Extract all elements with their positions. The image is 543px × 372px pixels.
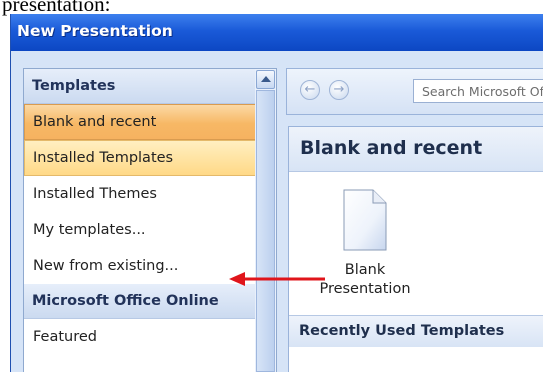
template-nav-pane: Templates Blank and recent Installed Tem… — [23, 68, 257, 372]
template-content-pane: Blank and recent Blank Presentation Rece… — [288, 126, 543, 372]
nav-item-my-templates[interactable]: My templates... — [24, 212, 256, 248]
browse-toolbar: ← → — [286, 68, 543, 115]
scroll-up-button[interactable] — [256, 70, 275, 89]
nav-item-featured[interactable]: Featured — [24, 319, 256, 355]
new-presentation-dialog: New Presentation Templates Blank and rec… — [10, 14, 543, 372]
nav-item-installed-templates[interactable]: Installed Templates — [24, 140, 256, 176]
nav-item-installed-themes[interactable]: Installed Themes — [24, 176, 256, 212]
recently-used-templates-header: Recently Used Templates — [289, 315, 543, 347]
nav-item-new-from-existing[interactable]: New from existing... — [24, 248, 256, 284]
blank-document-icon — [343, 189, 387, 251]
scroll-thumb[interactable] — [256, 90, 275, 372]
nav-header-templates: Templates — [24, 69, 256, 104]
chevron-up-icon — [261, 76, 271, 82]
forward-arrow-icon: → — [333, 82, 345, 97]
red-arrow-annotation — [229, 272, 325, 286]
back-arrow-icon: ← — [304, 82, 316, 97]
search-box[interactable] — [413, 79, 543, 103]
dialog-client-area: Templates Blank and recent Installed Tem… — [11, 51, 543, 372]
back-button[interactable]: ← — [300, 80, 320, 100]
dialog-title: New Presentation — [17, 22, 173, 40]
content-heading: Blank and recent — [289, 127, 543, 172]
forward-button[interactable]: → — [329, 80, 349, 100]
nav-scrollbar[interactable] — [255, 68, 277, 372]
nav-header-microsoft-office-online: Microsoft Office Online — [24, 284, 256, 319]
nav-item-blank-and-recent[interactable]: Blank and recent — [24, 104, 256, 140]
title-bar: New Presentation — [11, 14, 543, 51]
search-input[interactable] — [414, 80, 543, 102]
